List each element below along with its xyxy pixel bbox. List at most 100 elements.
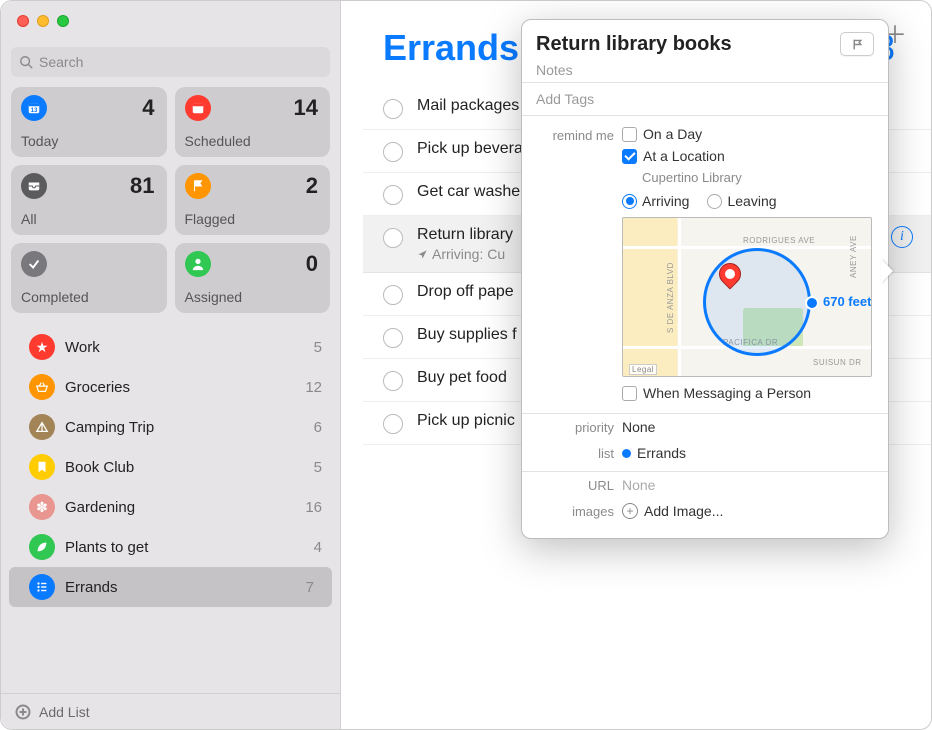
smart-list-all[interactable]: 81 All [11, 165, 167, 235]
tray-icon [21, 173, 47, 199]
geofence-circle [703, 248, 811, 356]
add-list-label: Add List [39, 704, 90, 720]
checkbox-icon [622, 386, 637, 401]
when-messaging-label: When Messaging a Person [643, 385, 811, 401]
my-lists: ★ Work 5 Groceries 12 Camping Trip 6 [1, 327, 340, 693]
info-button[interactable]: i [891, 226, 913, 248]
reminder-details-popover: Return library books Notes Add Tags remi… [521, 19, 889, 539]
smart-label: Completed [21, 289, 155, 305]
url-row[interactable]: URL None [522, 472, 888, 498]
smart-list-completed[interactable]: Completed [11, 243, 167, 313]
on-a-day-label: On a Day [643, 126, 702, 142]
smart-count: 81 [130, 173, 154, 199]
add-image-button[interactable]: + Add Image... [622, 503, 723, 519]
checkbox-checked-icon [622, 149, 637, 164]
bookmark-icon [29, 454, 55, 480]
leaf-icon [29, 534, 55, 560]
list-count: 5 [314, 339, 322, 356]
popover-title[interactable]: Return library books [536, 33, 732, 56]
sidebar-list-plants[interactable]: Plants to get 4 [1, 527, 340, 567]
list-count: 5 [314, 459, 322, 476]
map-legal-link[interactable]: Legal [629, 364, 657, 375]
zoom-window-button[interactable] [57, 15, 69, 27]
smart-list-flagged[interactable]: 2 Flagged [175, 165, 331, 235]
calendar-icon [185, 95, 211, 121]
checkbox-icon [622, 127, 637, 142]
sidebar-list-camping[interactable]: Camping Trip 6 [1, 407, 340, 447]
sidebar-list-work[interactable]: ★ Work 5 [1, 327, 340, 367]
smart-list-scheduled[interactable]: 14 Scheduled [175, 87, 331, 157]
location-arrow-icon [417, 249, 428, 260]
smart-count: 4 [142, 95, 154, 121]
geofence-resize-handle[interactable] [805, 296, 819, 310]
geofence-distance-label: 670 feet [823, 294, 871, 309]
smart-count: 14 [294, 95, 318, 121]
complete-checkbox[interactable] [383, 99, 403, 119]
flag-icon [185, 173, 211, 199]
popover-arrow [881, 259, 893, 283]
complete-checkbox[interactable] [383, 328, 403, 348]
list-count: 16 [305, 499, 322, 516]
sidebar-list-bookclub[interactable]: Book Club 5 [1, 447, 340, 487]
search-placeholder: Search [39, 54, 83, 70]
when-messaging-checkbox-row[interactable]: When Messaging a Person [622, 385, 874, 401]
close-window-button[interactable] [17, 15, 29, 27]
location-name[interactable]: Cupertino Library [642, 170, 874, 185]
geofence-map[interactable]: RODRIGUES AVE PACIFICA DR S DE ANZA BLVD… [622, 217, 872, 377]
flower-icon: ✽ [29, 494, 55, 520]
search-icon [19, 55, 33, 69]
list-title: Errands [383, 27, 519, 69]
complete-checkbox[interactable] [383, 142, 403, 162]
checkmark-icon [21, 251, 47, 277]
list-count: 7 [306, 579, 314, 596]
arrive-leave-radio-group: Arriving Leaving [622, 193, 874, 209]
flag-outline-icon [851, 38, 864, 51]
map-street-label: RODRIGUES AVE [743, 236, 815, 245]
complete-checkbox[interactable] [383, 228, 403, 248]
minimize-window-button[interactable] [37, 15, 49, 27]
on-a-day-checkbox-row[interactable]: On a Day [622, 126, 874, 142]
flag-toggle-button[interactable] [840, 32, 874, 56]
leaving-radio[interactable]: Leaving [707, 193, 776, 209]
url-value: None [622, 477, 655, 493]
list-row[interactable]: list Errands [522, 440, 888, 472]
smart-label: Today [21, 133, 155, 149]
search-input[interactable]: Search [11, 47, 330, 77]
radio-on-icon [622, 194, 637, 209]
plus-circle-icon: + [622, 503, 638, 519]
smart-list-assigned[interactable]: 0 Assigned [175, 243, 331, 313]
complete-checkbox[interactable] [383, 185, 403, 205]
complete-checkbox[interactable] [383, 371, 403, 391]
notes-field[interactable]: Notes [522, 62, 888, 83]
sidebar-list-errands[interactable]: Errands 7 [9, 567, 332, 607]
person-icon [185, 251, 211, 277]
sidebar-list-groceries[interactable]: Groceries 12 [1, 367, 340, 407]
complete-checkbox[interactable] [383, 414, 403, 434]
priority-row[interactable]: priority None [522, 414, 888, 440]
list-name: Errands [65, 579, 296, 596]
sidebar: Search 13 4 Today 14 Schedu [1, 1, 341, 729]
list-name: Plants to get [65, 539, 304, 556]
smart-list-today[interactable]: 13 4 Today [11, 87, 167, 157]
list-name: Camping Trip [65, 419, 304, 436]
at-a-location-checkbox-row[interactable]: At a Location [622, 148, 874, 164]
complete-checkbox[interactable] [383, 285, 403, 305]
map-street-label: ANEY AVE [849, 235, 858, 278]
list-name: Work [65, 339, 304, 356]
list-name: Book Club [65, 459, 304, 476]
arriving-radio[interactable]: Arriving [622, 193, 689, 209]
list-name: Gardening [65, 499, 295, 516]
sidebar-list-gardening[interactable]: ✽ Gardening 16 [1, 487, 340, 527]
tags-field[interactable]: Add Tags [522, 83, 888, 116]
remind-me-label: remind me [536, 126, 614, 407]
smart-label: Flagged [185, 211, 319, 227]
radio-off-icon [707, 194, 722, 209]
list-icon [29, 574, 55, 600]
smart-label: Scheduled [185, 133, 319, 149]
smart-lists-grid: 13 4 Today 14 Scheduled [1, 87, 340, 313]
plus-circle-icon [15, 704, 31, 720]
tent-icon [29, 414, 55, 440]
smart-count: 0 [306, 251, 318, 277]
add-list-button[interactable]: Add List [1, 693, 340, 729]
smart-count: 2 [306, 173, 318, 199]
